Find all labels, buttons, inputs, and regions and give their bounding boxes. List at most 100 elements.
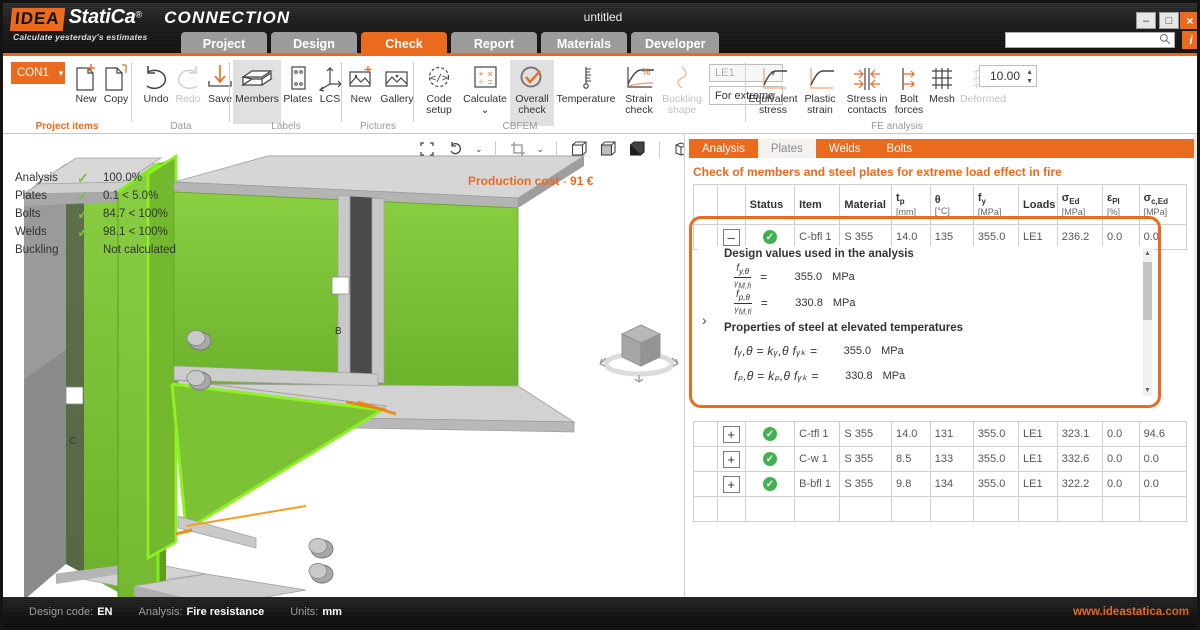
new-picture-button[interactable]: New: [343, 60, 379, 105]
search-input[interactable]: [1005, 32, 1175, 48]
tab-report[interactable]: Report: [451, 32, 537, 55]
row-theta: [930, 497, 973, 522]
scale-input[interactable]: 10.00 ▲ ▼: [979, 65, 1037, 87]
crop-icon[interactable]: [508, 139, 528, 159]
detail-scroll-thumb[interactable]: [1143, 262, 1152, 320]
row-item: [795, 497, 840, 522]
chevron-right-icon[interactable]: ›: [702, 312, 707, 328]
rotate-icon[interactable]: [446, 139, 466, 159]
scale-spinner-up[interactable]: ▲: [1026, 69, 1033, 76]
col-spacer: [694, 185, 718, 225]
detail-unit: MPa: [832, 271, 855, 283]
expand-row-button[interactable]: +: [723, 476, 740, 493]
row-sigma-ed: 322.2: [1057, 472, 1102, 497]
equivalent-stress-button[interactable]: Equivalentstress: [747, 60, 799, 116]
ribbon-divider: [229, 62, 230, 122]
tab-design[interactable]: Design: [271, 32, 357, 55]
stress-in-contacts-label: Stress incontacts: [841, 94, 893, 116]
stress-in-contacts-button[interactable]: Stress incontacts: [841, 60, 893, 116]
overall-check-button[interactable]: Overallcheck: [510, 60, 554, 126]
summary-label: Buckling: [15, 244, 77, 256]
detail-property-row: fᵧ,θ = kᵧ,θ fᵧₖ = 355.0 MPa: [724, 338, 1134, 363]
table-row[interactable]: + ✓ B-bfl 1 S 355 9.8 134 355.0 LE1 322.…: [694, 472, 1187, 497]
website-link[interactable]: www.ideastatica.com: [1073, 606, 1189, 618]
panel-scrollbar[interactable]: [1194, 134, 1197, 600]
row-material: S 355: [840, 472, 892, 497]
labels-plates-toggle[interactable]: Plates: [281, 60, 315, 105]
row-detail-content: › Design values used in the analysis fy,…: [698, 246, 1154, 398]
table-row-partial[interactable]: [694, 497, 1187, 522]
row-fy: 355.0: [973, 422, 1018, 447]
strain-curve-icon: %: [618, 60, 660, 92]
temperature-label: Temperature: [554, 94, 618, 105]
overall-check-icon: [510, 60, 554, 92]
beam-3d-icon: [233, 60, 281, 92]
row-spacer: [694, 472, 718, 497]
col-eps-pl: εPl [%]: [1102, 185, 1139, 225]
results-tab-bar: Analysis Plates Welds Bolts: [689, 139, 1194, 158]
row-material: [840, 497, 892, 522]
row-loads: [1019, 497, 1058, 522]
maximize-button[interactable]: □: [1159, 12, 1179, 29]
units-label: Units:: [290, 606, 318, 618]
expand-row-button[interactable]: +: [723, 426, 740, 443]
tab-materials[interactable]: Materials: [541, 32, 627, 55]
row-item: C-w 1: [795, 447, 840, 472]
col-loads: Loads: [1019, 185, 1058, 225]
wireframe-cube-icon[interactable]: [569, 139, 589, 159]
production-cost-label: Production cost: [468, 174, 559, 188]
results-summary: Analysis ✓ 100.0% Plates ✓ 0.1 < 5.0% Bo…: [15, 169, 176, 259]
results-tab-welds[interactable]: Welds: [816, 139, 874, 158]
results-tab-bolts[interactable]: Bolts: [874, 139, 926, 158]
scale-spinner-down[interactable]: ▼: [1026, 78, 1033, 85]
fit-to-screen-icon[interactable]: [417, 139, 437, 159]
results-tab-analysis[interactable]: Analysis: [689, 139, 758, 158]
main-tab-bar: Project Design Check Report Materials De…: [181, 32, 719, 55]
rotate-dropdown-caret[interactable]: ⌄: [475, 144, 483, 155]
detail-property-row: fₚ,θ = kₚ,θ fᵧₖ = 330.8 MPa: [724, 363, 1134, 388]
shaded-cube-icon[interactable]: [598, 139, 618, 159]
minimize-button[interactable]: –: [1136, 12, 1156, 29]
ribbon-group-title-data: Data: [133, 121, 229, 132]
tab-developer[interactable]: Developer: [631, 32, 719, 55]
scroll-down-arrow-icon[interactable]: ▼: [1143, 385, 1152, 396]
buckling-shape-button[interactable]: Bucklingshape: [660, 60, 704, 116]
strain-check-button[interactable]: % Straincheck: [618, 60, 660, 116]
expand-row-button[interactable]: +: [723, 451, 740, 468]
plastic-strain-button[interactable]: Plasticstrain: [799, 60, 841, 116]
summary-value: 98.1 < 100%: [103, 226, 168, 238]
temperature-button[interactable]: Temperature: [554, 60, 618, 105]
code-setup-button[interactable]: </> Codesetup: [418, 60, 460, 116]
crop-dropdown-caret[interactable]: ⌄: [537, 144, 545, 155]
production-cost-value: 91 €: [570, 174, 593, 188]
application-window: IDEAStatiCa®CONNECTION Calculate yesterd…: [0, 0, 1200, 630]
labels-members-toggle[interactable]: Members: [233, 60, 281, 124]
ribbon-group-title-fe: FE analysis: [747, 121, 1047, 132]
col-sigma-ed: σEd [MPa]: [1057, 185, 1102, 225]
gallery-button[interactable]: Gallery: [377, 60, 417, 105]
collapse-row-button[interactable]: –: [723, 229, 740, 246]
solid-cube-icon[interactable]: [627, 139, 647, 159]
calculate-button[interactable]: + × ÷ = Calculate⌄: [460, 60, 510, 116]
info-button[interactable]: i: [1182, 31, 1200, 49]
connection-selector[interactable]: CON1 ▼: [11, 62, 65, 84]
close-button[interactable]: ×: [1180, 12, 1200, 29]
tab-project[interactable]: Project: [181, 32, 267, 55]
calculate-label: Calculate⌄: [460, 94, 510, 116]
row-sigma-ed: [1057, 497, 1102, 522]
toolbar-divider: [495, 141, 496, 158]
row-sigma-c-ed: [1139, 497, 1186, 522]
bolt-forces-button[interactable]: Boltforces: [893, 60, 925, 116]
orientation-cube[interactable]: [594, 312, 684, 384]
tab-check[interactable]: Check: [361, 32, 447, 55]
mesh-button[interactable]: Mesh: [925, 60, 959, 105]
row-loads: LE1: [1019, 447, 1058, 472]
deformed-label: Deformed: [959, 94, 1007, 105]
detail-scrollbar[interactable]: ▲ ▼: [1143, 248, 1152, 396]
col-fy: fy [MPa]: [973, 185, 1018, 225]
table-row[interactable]: + ✓ C-tfl 1 S 355 14.0 131 355.0 LE1 323…: [694, 422, 1187, 447]
table-row[interactable]: + ✓ C-w 1 S 355 8.5 133 355.0 LE1 332.6 …: [694, 447, 1187, 472]
equals-sign: =: [760, 270, 767, 284]
results-tab-plates[interactable]: Plates: [758, 139, 816, 158]
scroll-up-arrow-icon[interactable]: ▲: [1143, 248, 1152, 259]
